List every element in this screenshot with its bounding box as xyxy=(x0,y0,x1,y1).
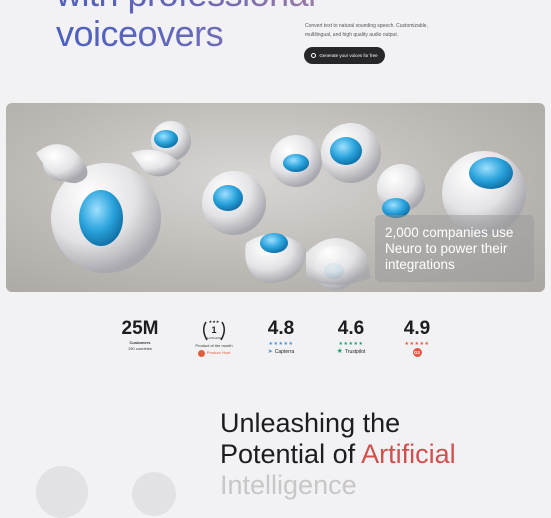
capterra-icon: ➤ xyxy=(267,349,273,355)
capterra-brand: ➤ Capterra xyxy=(258,348,304,356)
hero-title-line1: with professional xyxy=(56,0,316,14)
stat-capterra: 4.8 ★★★★★ ➤ Capterra xyxy=(258,318,304,356)
decorative-circle xyxy=(36,466,88,518)
g2-icon: G2 xyxy=(412,348,422,357)
product-hunt-brand: Product Hunt xyxy=(184,349,244,357)
generate-voices-button[interactable]: Generate your voices for free xyxy=(304,47,385,64)
hero-title: with professional voiceovers xyxy=(56,0,316,54)
g2-stars: ★★★★★ xyxy=(404,341,430,347)
hero-title-line2: voiceovers xyxy=(56,14,316,54)
capterra-stars: ★★★★★ xyxy=(268,341,294,347)
section-heading-line2a: Potential of xyxy=(220,439,362,469)
section-heading-line3: Intelligence xyxy=(220,470,357,500)
trustpilot-icon: ★ xyxy=(336,348,343,355)
svg-text:1st PLACE: 1st PLACE xyxy=(207,336,222,340)
section-heading-line1: Unleashing the xyxy=(220,408,401,438)
stat-g2-value: 4.9 xyxy=(403,318,431,339)
section-heading: Unleashing the Potential of Artificial I… xyxy=(220,408,456,501)
stat-product-of-month: 1 1st PLACE ★★★ Product of the month Pro… xyxy=(184,318,244,357)
product-hunt-icon xyxy=(197,349,205,357)
stat-customers-sublabel: 190 countries xyxy=(127,346,152,351)
stat-trustpilot: 4.6 ★★★★★ ★ Trustpilot xyxy=(328,318,374,356)
g2-brand: G2 xyxy=(396,348,438,357)
svg-text:★★★: ★★★ xyxy=(209,319,220,324)
capterra-label: Capterra xyxy=(274,349,295,355)
hero-banner-image: 2,000 companies use Neuro to power their… xyxy=(6,103,545,292)
stat-customers-value: 25M xyxy=(121,318,159,339)
hero-description: Convert text to natural sounding speech.… xyxy=(305,23,428,38)
banner-caption-card: 2,000 companies use Neuro to power their… xyxy=(375,215,534,282)
trustpilot-stars: ★★★★★ xyxy=(338,341,364,347)
trustpilot-brand: ★ Trustpilot xyxy=(328,348,374,356)
decorative-circle xyxy=(132,472,176,516)
trustpilot-label: Trustpilot xyxy=(344,349,366,355)
play-icon xyxy=(311,53,317,58)
stat-customers: 25M Customers 190 countries xyxy=(112,318,168,352)
generate-voices-label: Generate your voices for free xyxy=(319,53,378,58)
stat-capterra-value: 4.8 xyxy=(267,318,295,339)
laurel-badge-icon: 1 1st PLACE ★★★ xyxy=(184,318,244,343)
stat-g2: 4.9 ★★★★★ G2 xyxy=(396,318,438,357)
stat-trustpilot-value: 4.6 xyxy=(337,318,365,339)
section-heading-accent: Artificial xyxy=(361,439,456,469)
product-hunt-label: Product Hunt xyxy=(206,350,231,355)
svg-text:1: 1 xyxy=(211,325,216,335)
banner-caption: 2,000 companies use Neuro to power their… xyxy=(385,225,514,272)
